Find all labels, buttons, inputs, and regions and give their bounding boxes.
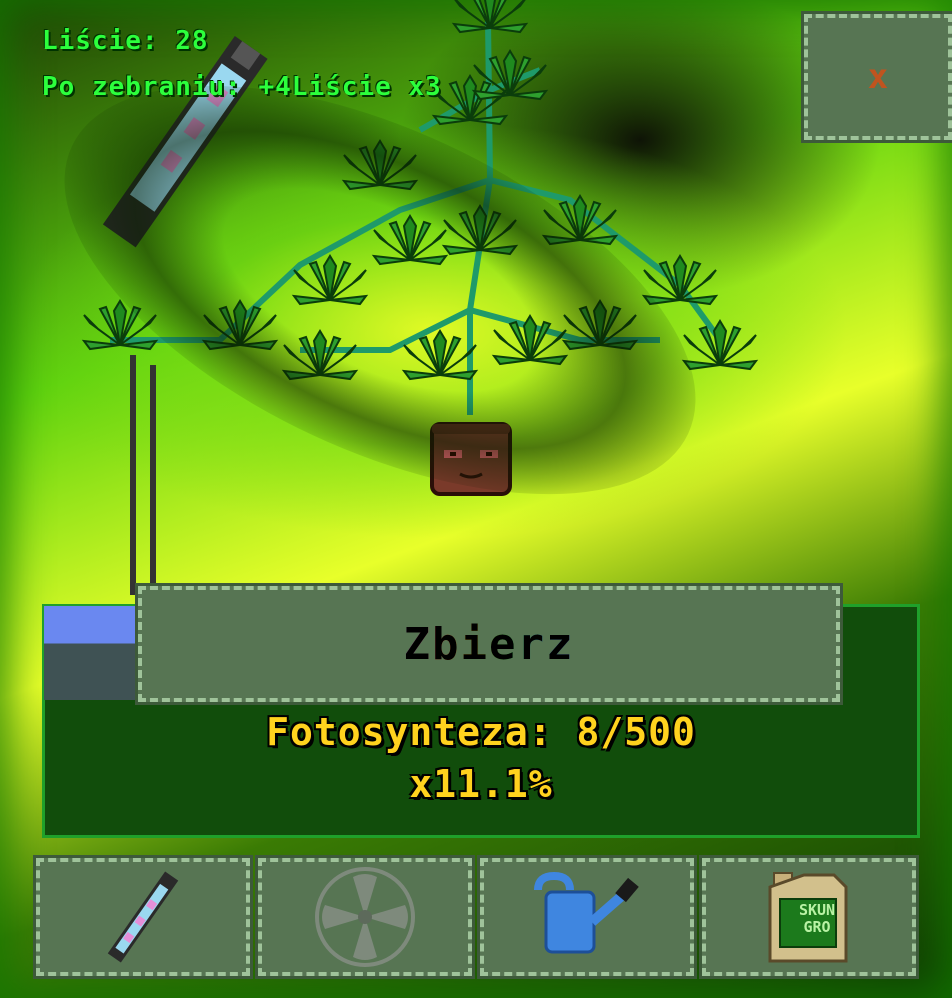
- harvest-button-label: Zbierz: [403, 618, 575, 670]
- tool-fan-button[interactable]: [255, 855, 475, 979]
- cannabis-plant: [83, 0, 757, 415]
- harvest-yield-info: Po zebraniu: +4Liście x3: [42, 72, 442, 102]
- harvest-button[interactable]: Zbierz: [135, 583, 843, 705]
- tool-lamp-button[interactable]: [33, 855, 253, 979]
- close-button[interactable]: x: [801, 11, 952, 143]
- fan-icon: [315, 867, 415, 967]
- lamp-icon: [107, 871, 179, 963]
- growth-multiplier: x11.1%: [409, 762, 553, 806]
- game-background: [0, 0, 952, 998]
- water-level-bar: [44, 606, 140, 700]
- watering-can-icon: [534, 872, 639, 954]
- close-icon: x: [867, 57, 889, 97]
- leaves-counter: Liście: 28: [42, 26, 209, 56]
- photosynthesis-progress: Fotosynteza: 8/500: [266, 710, 696, 754]
- tool-watering-can-button[interactable]: [477, 855, 697, 979]
- plant-pot[interactable]: [430, 418, 512, 496]
- fertilizer-label: SKUN GRO: [798, 901, 836, 936]
